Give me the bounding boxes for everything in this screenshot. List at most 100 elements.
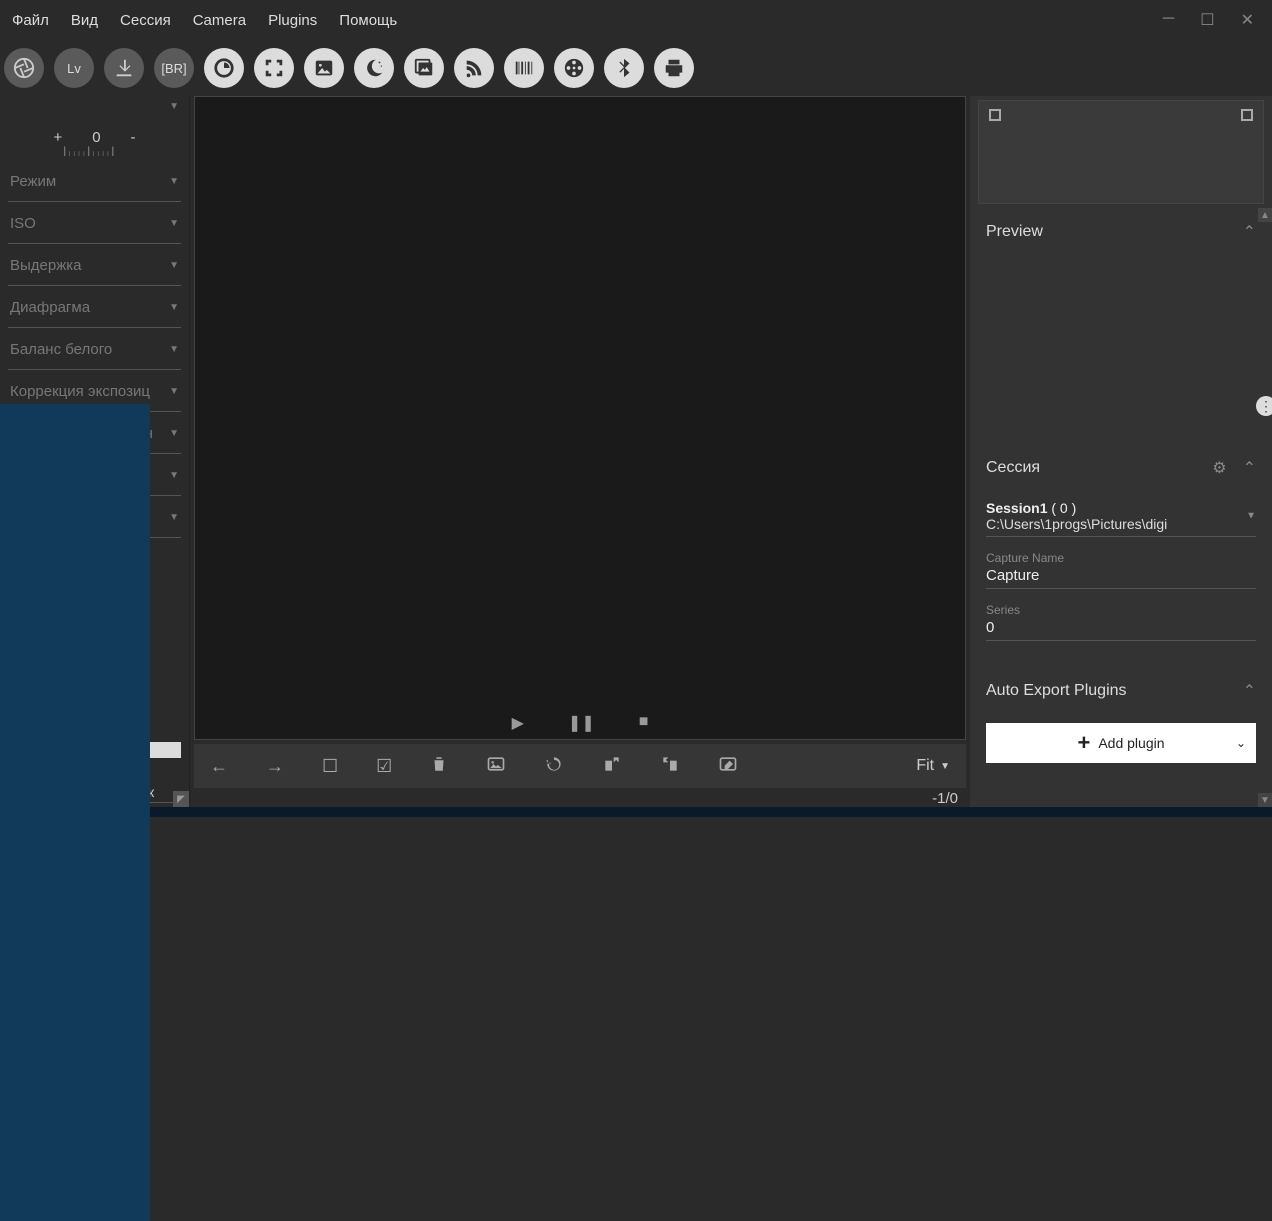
film-reel-icon [563, 57, 585, 79]
live-preview-area: ▶ ❚❚ ■ [194, 96, 966, 740]
barcode-button[interactable] [504, 48, 544, 88]
series-field[interactable]: Series 0 [986, 603, 1256, 641]
prev-image-button[interactable]: ← [210, 756, 228, 777]
aperture-dropdown[interactable]: Диафрагма▼ [8, 288, 181, 328]
image-counter: -1/0 [190, 788, 970, 807]
gallery-icon [413, 57, 435, 79]
image-button[interactable] [304, 48, 344, 88]
scroll-up-icon[interactable]: ▲ [1258, 208, 1272, 222]
chevron-down-icon: ▼ [940, 761, 950, 772]
trash-icon [430, 755, 448, 773]
select-none-button[interactable]: ☐ [322, 756, 338, 777]
chevron-down-icon: ▼ [169, 428, 179, 439]
play-button[interactable]: ▶ [512, 713, 524, 733]
stop-button[interactable]: ■ [639, 713, 649, 733]
chevron-down-icon: ▼ [1246, 511, 1256, 522]
camera-select-dropdown[interactable]: ▼ [8, 96, 181, 116]
rotate-left-icon [602, 754, 622, 774]
image-icon [313, 57, 335, 79]
status-bar [0, 807, 1272, 817]
auto-export-section-header[interactable]: Auto Export Plugins ⌃ [970, 671, 1272, 711]
thumb-handle-icon [1241, 109, 1253, 121]
fullscreen-button[interactable] [254, 48, 294, 88]
add-plugin-button[interactable]: + Add plugin ⌄ [986, 723, 1256, 763]
night-button[interactable] [354, 48, 394, 88]
broadcast-button[interactable] [454, 48, 494, 88]
minimize-icon[interactable]: ─ [1163, 10, 1174, 30]
chevron-down-icon: ⌄ [1236, 736, 1246, 750]
wb-dropdown[interactable]: Баланс белого▼ [8, 330, 181, 370]
session-dropdown[interactable]: Session1 ( 0 ) C:\Users\1progs\Pictures\… [986, 496, 1256, 537]
download-button[interactable] [104, 48, 144, 88]
rotate-left-button[interactable] [602, 754, 622, 779]
bracket-button[interactable]: [BR] [154, 48, 194, 88]
history-icon [544, 754, 564, 774]
chevron-down-icon: ▼ [169, 302, 179, 313]
restore-button[interactable] [544, 754, 564, 779]
pause-button[interactable]: ❚❚ [568, 713, 595, 733]
chevron-down-icon: ▼ [169, 176, 179, 187]
capture-button[interactable] [4, 48, 44, 88]
zoom-fit-dropdown[interactable]: Fit ▼ [916, 757, 950, 775]
select-all-button[interactable]: ☑ [376, 756, 392, 777]
close-icon[interactable]: ✕ [1241, 10, 1254, 30]
session-section-body: Session1 ( 0 ) C:\Users\1progs\Pictures\… [970, 488, 1272, 671]
mode-dropdown[interactable]: Режим▼ [8, 162, 181, 202]
rotate-right-icon [660, 754, 680, 774]
gallery-button[interactable] [404, 48, 444, 88]
open-image-button[interactable] [486, 754, 506, 779]
maximize-icon[interactable]: ☐ [1200, 10, 1214, 30]
timer-button[interactable] [204, 48, 244, 88]
shutter-dropdown[interactable]: Выдержка▼ [8, 246, 181, 286]
fullscreen-icon [263, 57, 285, 79]
moon-icon [363, 57, 385, 79]
menu-plugins[interactable]: Plugins [264, 10, 321, 31]
menu-session[interactable]: Сессия [116, 10, 175, 31]
rotate-right-button[interactable] [660, 754, 680, 779]
barcode-icon [513, 57, 535, 79]
chevron-down-icon: ▼ [169, 260, 179, 271]
preview-section-header[interactable]: Preview ⌃ [970, 212, 1272, 252]
next-image-button[interactable]: → [266, 756, 284, 777]
print-button[interactable] [654, 48, 694, 88]
print-icon [663, 57, 685, 79]
menubar: Файл Вид Сессия Camera Plugins Помощь [0, 10, 1163, 31]
image-toolbar: ← → ☐ ☑ Fit ▼ [194, 744, 966, 788]
chevron-down-icon: ▼ [169, 344, 179, 355]
toolbar: Lv [BR] [0, 40, 1272, 96]
bluetooth-button[interactable] [604, 48, 644, 88]
delete-button[interactable] [430, 755, 448, 778]
exposure-zero: 0 [92, 129, 100, 146]
chevron-down-icon: ▼ [169, 101, 179, 112]
exposure-meter: + 0 ┃╷╷╷╷┃╷╷╷╷┃ - [8, 122, 181, 152]
center-panel: ▶ ❚❚ ■ ← → ☐ ☑ [190, 96, 970, 807]
main-area: ▼ + 0 ┃╷╷╷╷┃╷╷╷╷┃ - Режим▼ ISO▼ Выдержка… [0, 96, 1272, 807]
titlebar: Файл Вид Сессия Camera Plugins Помощь ─ … [0, 0, 1272, 40]
timer-icon [213, 57, 235, 79]
iso-dropdown[interactable]: ISO▼ [8, 204, 181, 244]
chevron-up-icon: ⌃ [1243, 681, 1256, 701]
playback-controls: ▶ ❚❚ ■ [512, 713, 649, 733]
chevron-down-icon: ▼ [169, 386, 179, 397]
picture-icon [486, 754, 506, 774]
exposure-plus: + [53, 129, 62, 146]
menu-file[interactable]: Файл [8, 10, 53, 31]
more-options-icon[interactable]: ⋮ [1256, 396, 1272, 416]
reel-button[interactable] [554, 48, 594, 88]
collapse-panel-icon[interactable]: ◤ [173, 791, 189, 807]
capture-name-field[interactable]: Capture Name Capture [986, 551, 1256, 589]
menu-view[interactable]: Вид [67, 10, 102, 31]
preview-section-body [970, 252, 1272, 448]
menu-camera[interactable]: Camera [189, 10, 250, 31]
gear-icon[interactable]: ⚙ [1212, 458, 1226, 478]
chevron-up-icon: ⌃ [1243, 222, 1256, 242]
liveview-button[interactable]: Lv [54, 48, 94, 88]
session-section-header[interactable]: Сессия ⚙ ⌃ [970, 448, 1272, 488]
chevron-up-icon: ⌃ [1243, 458, 1256, 478]
scroll-down-icon[interactable]: ▼ [1258, 793, 1272, 807]
rss-icon [463, 57, 485, 79]
menu-help[interactable]: Помощь [335, 10, 401, 31]
download-icon [113, 57, 135, 79]
window-controls: ─ ☐ ✕ [1163, 10, 1272, 30]
edit-image-button[interactable] [718, 754, 738, 779]
